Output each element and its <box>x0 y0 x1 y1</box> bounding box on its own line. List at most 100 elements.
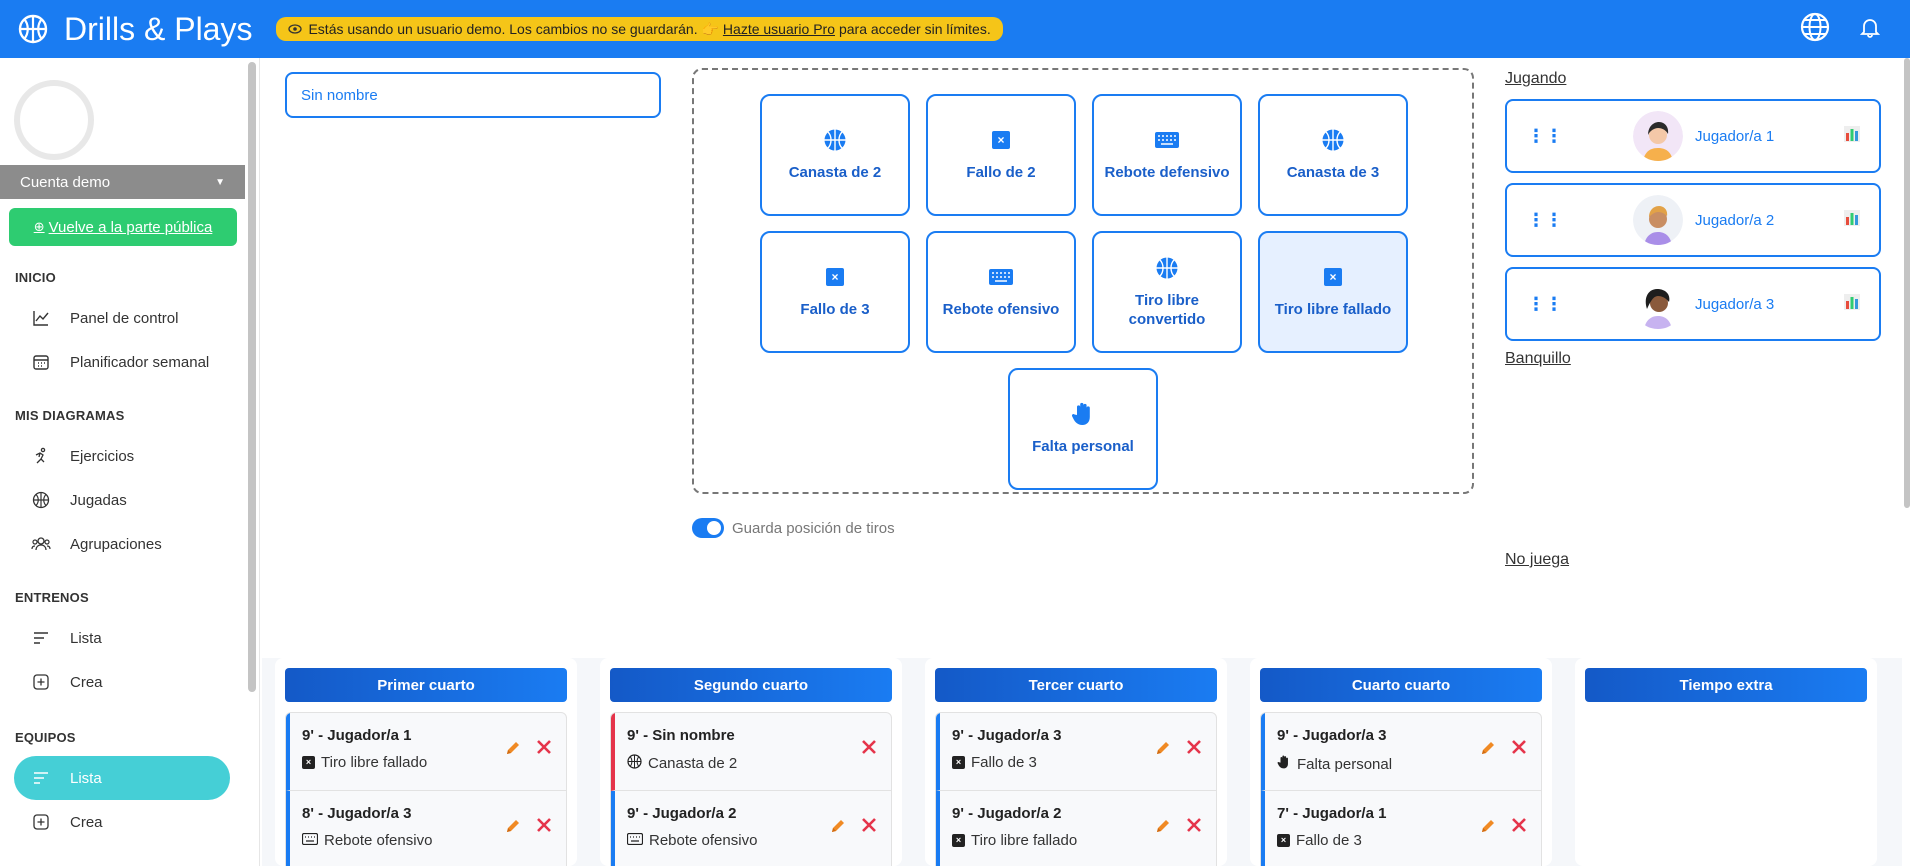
quarter-header[interactable]: Tiempo extra <box>1585 668 1867 702</box>
save-shot-position-toggle[interactable]: Guarda posición de tiros <box>692 518 895 538</box>
event-item[interactable]: 9' - Jugador/a 3 Falta personal <box>1261 713 1541 791</box>
action-tiro-libre-fallado-button[interactable]: × Tiro libre fallado <box>1258 231 1408 353</box>
event-desc: Falta personal <box>1297 755 1393 773</box>
roster-banquillo-label[interactable]: Banquillo <box>1505 350 1571 368</box>
edit-pencil-icon[interactable] <box>504 739 522 762</box>
action-rebote-ofensivo-button[interactable]: Rebote ofensivo <box>926 231 1076 353</box>
user-avatar[interactable] <box>14 80 94 160</box>
sidebar-item-panel[interactable]: Panel de control <box>14 296 230 340</box>
action-tiro-libre-convertido-button[interactable]: Tiro libre convertido <box>1092 231 1242 353</box>
sidebar-item-entrenos-lista[interactable]: Lista <box>14 616 230 660</box>
stats-chart-icon[interactable] <box>1843 125 1861 148</box>
sidebar-item-ejercicios[interactable]: Ejercicios <box>14 434 230 478</box>
action-label: Falta personal <box>1032 438 1134 456</box>
delete-x-icon[interactable] <box>1511 739 1527 762</box>
action-falta-personal-button[interactable]: Falta personal <box>1008 368 1158 490</box>
sidebar-item-label: Panel de control <box>70 309 179 327</box>
event-desc: Rebote ofensivo <box>649 832 758 849</box>
edit-pencil-icon[interactable] <box>1479 817 1497 840</box>
game-name-input[interactable]: Sin nombre <box>285 72 661 118</box>
player-avatar <box>1633 279 1683 329</box>
event-item[interactable]: 9' - Sin nombre Canasta de 2 <box>611 713 891 791</box>
edit-pencil-icon[interactable] <box>1479 739 1497 762</box>
event-item[interactable]: 9' - Jugador/a 2 × Tiro libre fallado <box>936 791 1216 866</box>
list-icon <box>30 627 52 649</box>
action-fallo-3-button[interactable]: × Fallo de 3 <box>760 231 910 353</box>
x-square-icon: × <box>952 834 965 847</box>
sidebar-item-label: Lista <box>70 629 102 647</box>
section-entrenos: ENTRENOS <box>15 590 89 605</box>
event-desc: Rebote ofensivo <box>324 832 433 849</box>
sidebar-item-agrupaciones[interactable]: Agrupaciones <box>14 522 230 566</box>
sidebar-item-planificador[interactable]: Planificador semanal <box>14 340 230 384</box>
action-canasta-2-button[interactable]: Canasta de 2 <box>760 94 910 216</box>
basketball-logo-icon[interactable] <box>16 12 50 46</box>
roster-no-juega-label[interactable]: No juega <box>1505 551 1569 569</box>
toggle-switch[interactable] <box>692 518 724 538</box>
app-title[interactable]: Drills & Plays <box>64 11 252 48</box>
drag-handle-icon[interactable]: ⋮⋮ <box>1527 295 1563 313</box>
action-label: Tiro libre fallado <box>1274 301 1392 319</box>
event-item[interactable]: 8' - Jugador/a 3 Rebote ofensivo <box>286 791 566 866</box>
list-icon <box>30 767 52 789</box>
account-selector[interactable]: Cuenta demo ▼ <box>0 165 245 199</box>
roster-jugando-label[interactable]: Jugando <box>1505 70 1566 88</box>
top-bar: Drills & Plays Estás usando un usuario d… <box>0 0 1910 58</box>
quarter-header[interactable]: Segundo cuarto <box>610 668 892 702</box>
player-card[interactable]: ⋮⋮ Jugador/a 2 <box>1505 183 1881 257</box>
edit-pencil-icon[interactable] <box>1154 817 1172 840</box>
keyboard-icon <box>301 832 319 849</box>
player-card[interactable]: ⋮⋮ Jugador/a 3 <box>1505 267 1881 341</box>
event-desc: Tiro libre fallado <box>971 832 1078 849</box>
globe-icon[interactable] <box>1800 12 1830 47</box>
plus-square-icon <box>30 811 52 833</box>
pro-upgrade-link[interactable]: Hazte usuario Pro <box>723 21 835 37</box>
bell-icon[interactable] <box>1859 16 1881 43</box>
sidebar-scrollbar[interactable] <box>248 62 256 692</box>
main-scrollbar[interactable] <box>1904 58 1910 508</box>
quarter-header[interactable]: Primer cuarto <box>285 668 567 702</box>
sidebar-item-jugadas[interactable]: Jugadas <box>14 478 230 522</box>
delete-x-icon[interactable] <box>536 739 552 762</box>
quarter-event-list: 9' - Jugador/a 3 × Fallo de 3 9' - Jugado… <box>935 712 1217 866</box>
delete-x-icon[interactable] <box>1186 739 1202 762</box>
sidebar-item-label: Crea <box>70 813 103 831</box>
delete-x-icon[interactable] <box>861 817 877 840</box>
public-site-button[interactable]: ⊕ Vuelve a la parte pública <box>9 208 237 246</box>
delete-x-icon[interactable] <box>861 739 877 760</box>
basketball-icon <box>1321 127 1345 153</box>
edit-pencil-icon[interactable] <box>1154 739 1172 762</box>
stats-chart-icon[interactable] <box>1843 209 1861 232</box>
sidebar-item-equipos-lista[interactable]: Lista <box>14 756 230 800</box>
action-canasta-3-button[interactable]: Canasta de 3 <box>1258 94 1408 216</box>
action-fallo-2-button[interactable]: × Fallo de 2 <box>926 94 1076 216</box>
action-label: Fallo de 2 <box>966 164 1036 182</box>
edit-pencil-icon[interactable] <box>829 817 847 840</box>
event-item[interactable]: 9' - Jugador/a 2 Rebote ofensivo <box>611 791 891 866</box>
player-card[interactable]: ⋮⋮ Jugador/a 1 <box>1505 99 1881 173</box>
drag-handle-icon[interactable]: ⋮⋮ <box>1527 211 1563 229</box>
stats-chart-icon[interactable] <box>1843 293 1861 316</box>
keyboard-icon <box>988 264 1014 290</box>
drag-handle-icon[interactable]: ⋮⋮ <box>1527 127 1563 145</box>
delete-x-icon[interactable] <box>1511 817 1527 840</box>
delete-x-icon[interactable] <box>1186 817 1202 840</box>
event-desc: Canasta de 2 <box>648 755 738 772</box>
event-item[interactable]: 9' - Jugador/a 3 × Fallo de 3 <box>936 713 1216 791</box>
event-item[interactable]: 7' - Jugador/a 1 × Fallo de 3 <box>1261 791 1541 866</box>
action-rebote-defensivo-button[interactable]: Rebote defensivo <box>1092 94 1242 216</box>
event-item[interactable]: 9' - Jugador/a 1 × Tiro libre fallado <box>286 713 566 791</box>
sidebar-item-equipos-crea[interactable]: Crea <box>14 800 230 844</box>
delete-x-icon[interactable] <box>536 817 552 840</box>
edit-pencil-icon[interactable] <box>504 817 522 840</box>
player-avatar <box>1633 195 1683 245</box>
action-label: Tiro libre convertido <box>1128 291 1206 329</box>
quarter-column-1: Primer cuarto 9' - Jugador/a 1 × Tiro lib… <box>275 658 577 866</box>
sidebar-item-entrenos-crea[interactable]: Crea <box>14 660 230 704</box>
account-name: Cuenta demo <box>20 173 111 191</box>
quarter-header[interactable]: Cuarto cuarto <box>1260 668 1542 702</box>
calendar-icon <box>30 351 52 373</box>
event-desc: Fallo de 3 <box>971 754 1037 771</box>
demo-banner: Estás usando un usuario demo. Los cambio… <box>276 17 1003 41</box>
quarter-header[interactable]: Tercer cuarto <box>935 668 1217 702</box>
